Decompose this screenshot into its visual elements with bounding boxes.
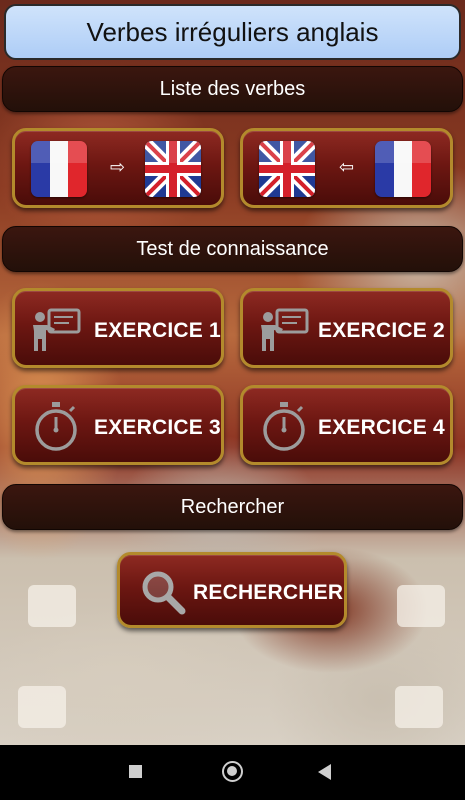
- stopwatch-icon: [33, 402, 79, 457]
- right-arrow-icon: ⇨: [110, 157, 126, 177]
- background-decoration: [397, 585, 445, 627]
- section-header-verb-list: Liste des verbes: [2, 66, 463, 112]
- section-title: Rechercher: [180, 495, 285, 518]
- french-flag-icon: [31, 141, 87, 197]
- uk-flag-icon: [259, 141, 315, 197]
- recent-apps-icon[interactable]: [129, 765, 142, 778]
- exercise-4-button[interactable]: EXERCICE 4: [240, 385, 453, 465]
- french-to-english-button[interactable]: ⇨: [12, 128, 224, 208]
- exercise-1-button[interactable]: EXERCICE 1: [12, 288, 224, 368]
- search-button-label: RECHERCHER: [193, 581, 344, 604]
- background-decoration: [18, 686, 66, 728]
- section-header-knowledge-test: Test de connaissance: [2, 226, 463, 272]
- exercise-label: EXERCICE 1: [94, 319, 221, 342]
- french-flag-icon: [375, 141, 431, 197]
- exercise-2-button[interactable]: EXERCICE 2: [240, 288, 453, 368]
- exercise-3-button[interactable]: EXERCICE 3: [12, 385, 224, 465]
- search-button[interactable]: RECHERCHER: [117, 552, 347, 628]
- app-title: Verbes irréguliers anglais: [86, 16, 379, 47]
- home-icon[interactable]: [222, 761, 243, 782]
- section-header-search: Rechercher: [2, 484, 463, 530]
- teacher-board-icon: [31, 307, 81, 358]
- section-title: Liste des verbes: [159, 77, 306, 100]
- stopwatch-icon: [261, 402, 307, 457]
- english-to-french-button[interactable]: ⇦: [240, 128, 453, 208]
- app-title-bar: Verbes irréguliers anglais: [4, 4, 461, 60]
- section-title: Test de connaissance: [136, 237, 329, 260]
- uk-flag-icon: [145, 141, 201, 197]
- exercise-label: EXERCICE 2: [318, 319, 445, 342]
- back-icon[interactable]: [318, 764, 331, 780]
- left-arrow-icon: ⇦: [339, 157, 355, 177]
- background-decoration: [28, 585, 76, 627]
- background-decoration: [395, 686, 443, 728]
- teacher-board-icon: [259, 307, 309, 358]
- system-navigation-bar: [0, 745, 465, 800]
- exercise-label: EXERCICE 3: [94, 416, 221, 439]
- exercise-label: EXERCICE 4: [318, 416, 445, 439]
- magnifier-icon: [140, 569, 186, 620]
